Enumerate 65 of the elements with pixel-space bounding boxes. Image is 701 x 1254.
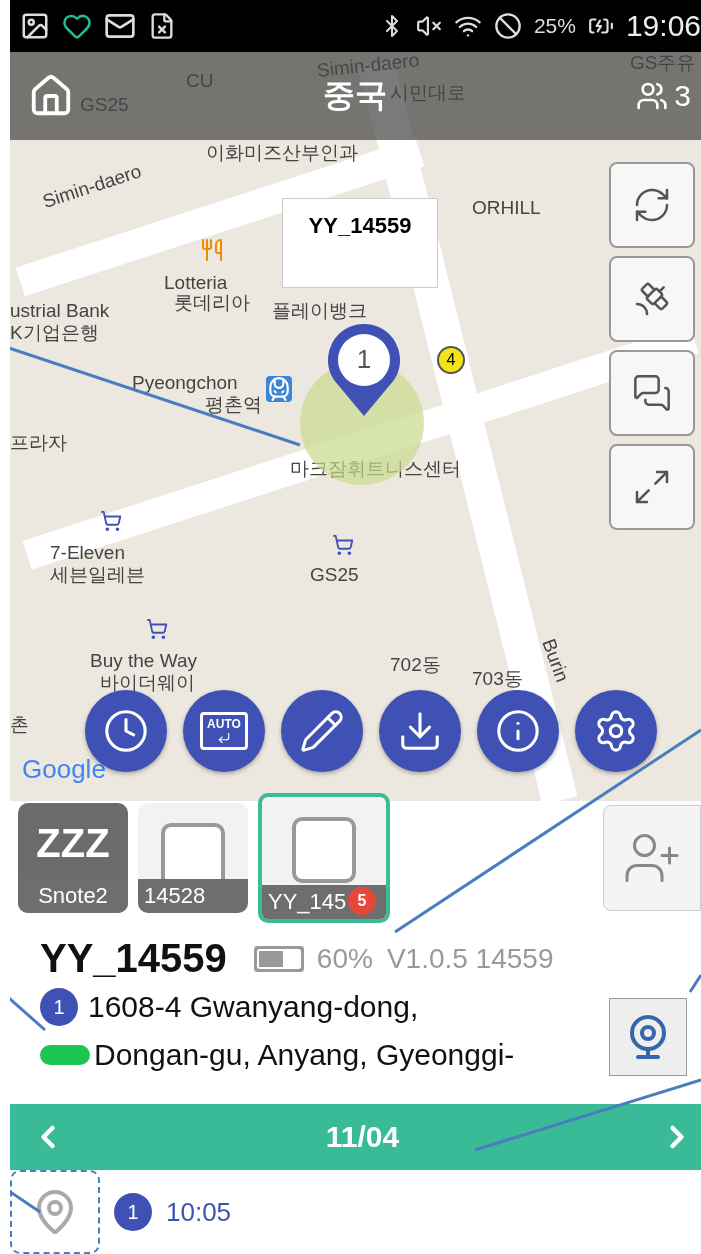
date-text: 11/04	[325, 1120, 400, 1155]
chat-button[interactable]	[609, 349, 695, 436]
map-label: Burin	[537, 635, 574, 685]
edit-button[interactable]	[281, 689, 363, 772]
map-marker[interactable]: 1	[328, 323, 400, 416]
time-text: 10:05	[166, 1196, 232, 1228]
info-button[interactable]	[477, 689, 559, 772]
map-label: ustrial Bank	[10, 299, 110, 322]
map-label: 프라자	[10, 430, 67, 455]
train-icon	[266, 375, 292, 402]
map-label: 7-Eleven	[50, 541, 125, 564]
member-count: 3	[674, 78, 691, 113]
device-name: YY_14559	[40, 936, 227, 982]
device-label: 14528	[138, 878, 248, 913]
map-label: Buy the Way	[90, 649, 197, 672]
map-label: K기업은행	[10, 320, 99, 345]
shop-icon	[146, 617, 168, 640]
status-pill	[40, 1045, 90, 1066]
address-text: 1608-4 Gwanyang-dong,	[88, 990, 419, 1025]
battery-percentage: 25%	[533, 13, 576, 38]
leader-line	[688, 974, 701, 993]
map-label: 촌	[10, 712, 29, 737]
satellite-button[interactable]	[609, 255, 695, 342]
map-label: Pyeongchon	[132, 371, 238, 394]
device-tile[interactable]: 14528	[138, 802, 248, 913]
map-label: 이화미즈산부인과	[206, 140, 358, 165]
chat-icon	[632, 372, 672, 413]
battery-percentage: 60%	[316, 942, 373, 975]
shop-icon	[100, 509, 122, 532]
point-number: 1	[40, 988, 78, 1027]
map-label: 702동	[390, 652, 441, 677]
header-title: 중국	[323, 76, 388, 115]
map-popup: YY_14559	[282, 197, 438, 288]
return-arrow-icon	[217, 730, 231, 745]
address-text: Dongan-gu, Anyang, Gyeonggi-	[94, 1038, 515, 1073]
shop-icon	[332, 533, 354, 556]
edit-icon	[299, 707, 345, 754]
download-button[interactable]	[379, 689, 461, 772]
map-label: GS25	[310, 563, 359, 586]
route-button[interactable]	[10, 1170, 100, 1254]
clock-time: 19:06	[625, 8, 701, 43]
map-label: 세븐일레븐	[50, 562, 145, 587]
map-label: 플레이뱅크	[272, 298, 367, 323]
sleep-text: ZZZ	[36, 820, 110, 866]
camera-button[interactable]	[609, 998, 687, 1077]
device-tile[interactable]: ZZZ Snote2	[18, 802, 128, 913]
blocked-icon	[493, 11, 522, 40]
history-icon	[103, 707, 149, 754]
device-icon	[292, 816, 356, 883]
refresh-button[interactable]	[609, 161, 695, 248]
map-label: 703동	[472, 666, 523, 691]
fullscreen-button[interactable]	[609, 443, 695, 530]
device-tile[interactable]: YY_145 5	[258, 792, 390, 923]
add-user-button[interactable]	[603, 804, 701, 911]
map-view[interactable]	[10, 51, 701, 802]
restaurant-icon	[200, 237, 224, 262]
point-number: 1	[114, 1193, 152, 1231]
auto-switch-icon: AUTO	[200, 711, 248, 750]
info-icon	[495, 707, 541, 754]
map-label: Google	[22, 753, 106, 785]
map-label: 마크잠휘트니스센터	[290, 456, 461, 481]
map-label: 평촌역	[205, 393, 262, 417]
firmware-version: V1.0.5 14559	[386, 942, 554, 975]
settings-button[interactable]	[575, 689, 657, 772]
map-label: ORHILL	[472, 196, 541, 219]
